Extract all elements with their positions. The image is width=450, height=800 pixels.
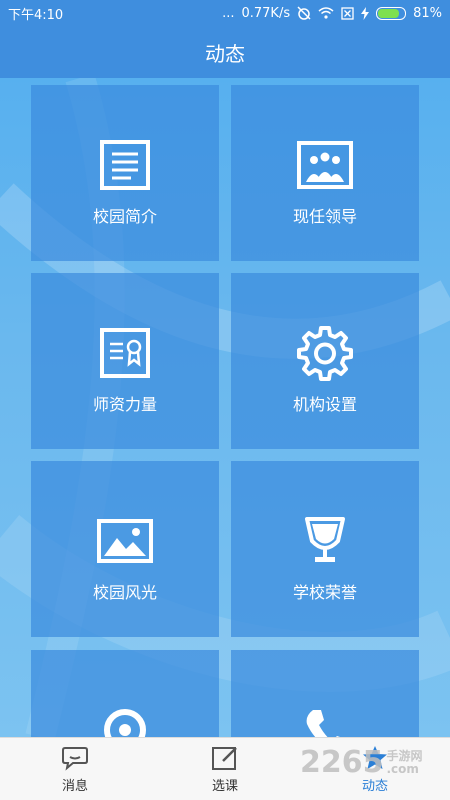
- trophy-icon: [295, 511, 355, 571]
- page-header: 动态: [0, 26, 450, 78]
- tab-label: 选课: [211, 779, 238, 794]
- edit-icon: [210, 744, 240, 772]
- watermark-sub-line1: 手游网: [386, 748, 423, 763]
- tile-label: 校园简介: [92, 207, 157, 226]
- watermark-main: 2265: [300, 745, 384, 780]
- status-icons: ... 0.77K/s 81%: [222, 6, 442, 21]
- certificate-icon: [95, 323, 155, 383]
- battery-percent: 81%: [413, 5, 442, 21]
- tile-campus-scenery[interactable]: 校园风光: [31, 461, 219, 637]
- tile-organization[interactable]: 机构设置: [231, 273, 419, 449]
- phone-icon: [295, 700, 355, 737]
- battery-icon: [376, 6, 407, 20]
- tile-contact[interactable]: [231, 650, 419, 737]
- tab-messages[interactable]: 消息: [0, 738, 150, 800]
- tile-label: 师资力量: [92, 395, 157, 414]
- group-photo-icon: [295, 135, 355, 195]
- tile-label: 现任领导: [292, 207, 357, 226]
- tile-current-leaders[interactable]: 现任领导: [231, 85, 419, 261]
- watermark-sub: 手游网 .com: [386, 748, 423, 776]
- page-title: 动态: [205, 41, 245, 66]
- document-icon: [95, 135, 155, 195]
- tile-location[interactable]: [31, 650, 219, 737]
- tile-campus-intro[interactable]: 校园简介: [31, 85, 219, 261]
- watermark-sub-line2: .com: [386, 761, 419, 776]
- tile-label: 机构设置: [292, 395, 357, 414]
- status-time: 下午4:10: [8, 7, 64, 23]
- status-bar: 下午4:10 ... 0.77K/s 81%: [0, 0, 450, 26]
- tile-grid: 校园简介 现任领导 师资力量 机构设置 校园风光 学校荣誉: [0, 78, 450, 737]
- network-speed: 0.77K/s: [241, 5, 291, 21]
- gear-icon: [295, 323, 355, 383]
- alarm-off-icon: [297, 6, 311, 20]
- charging-icon: [361, 6, 370, 20]
- tile-label: 学校荣誉: [292, 583, 357, 602]
- tile-faculty[interactable]: 师资力量: [31, 273, 219, 449]
- sim-off-icon: [341, 6, 354, 20]
- tile-label: 校园风光: [92, 583, 157, 602]
- wifi-icon: [318, 7, 334, 19]
- watermark-logo: 2265 手游网 .com: [300, 745, 423, 780]
- status-dots: ...: [222, 5, 235, 21]
- tile-school-honors[interactable]: 学校荣誉: [231, 461, 419, 637]
- landscape-icon: [95, 511, 155, 571]
- chat-icon: [60, 744, 90, 772]
- tab-course-selection[interactable]: 选课: [150, 738, 300, 800]
- location-icon: [95, 700, 155, 737]
- tab-label: 消息: [61, 779, 88, 794]
